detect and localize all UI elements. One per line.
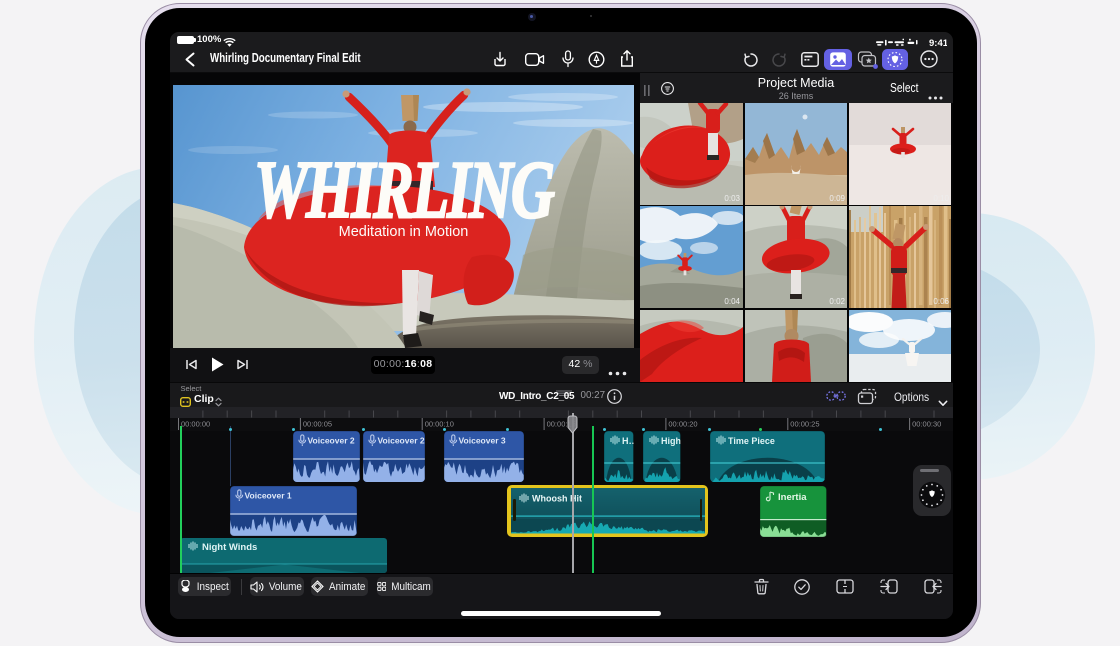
- svg-text:0:06: 0:06: [933, 297, 949, 306]
- svg-text:9:41: 9:41: [929, 38, 947, 48]
- svg-text:0:04: 0:04: [724, 297, 740, 306]
- svg-text:00:00:10: 00:00:10: [424, 420, 453, 429]
- svg-text:Time Piece: Time Piece: [728, 436, 775, 446]
- svg-text:00:00:20: 00:00:20: [668, 420, 697, 429]
- svg-text:00:00:05: 00:00:05: [302, 420, 331, 429]
- svg-text:High…: High…: [661, 436, 681, 446]
- svg-text:00:00:25: 00:00:25: [790, 420, 819, 429]
- svg-text:00:00:00: 00:00:00: [181, 420, 210, 429]
- svg-text:0:03: 0:03: [724, 194, 740, 203]
- svg-text:Whoosh Hit: Whoosh Hit: [532, 494, 582, 504]
- svg-text:Inertia: Inertia: [778, 492, 807, 503]
- svg-text:Night Winds: Night Winds: [202, 542, 257, 553]
- svg-text:0:10: 0:10: [933, 194, 949, 203]
- svg-text:Voiceover 2: Voiceover 2: [308, 435, 355, 445]
- svg-text:Voiceover 3: Voiceover 3: [459, 435, 506, 445]
- svg-text:0:09: 0:09: [829, 194, 845, 203]
- svg-text:Voiceover 2: Voiceover 2: [378, 435, 425, 445]
- svg-text:0:02: 0:02: [829, 297, 845, 306]
- svg-text:00:00:30: 00:00:30: [912, 420, 941, 429]
- svg-text:Voiceover 1: Voiceover 1: [245, 490, 292, 500]
- svg-text:H…: H…: [622, 436, 634, 446]
